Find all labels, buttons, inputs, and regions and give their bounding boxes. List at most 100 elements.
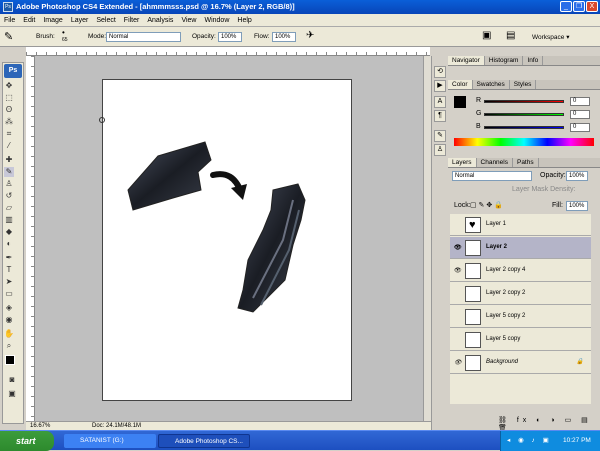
menu-filter[interactable]: Filter: [124, 17, 140, 24]
green-value[interactable]: 0: [570, 110, 590, 119]
tab-layers[interactable]: Layers: [448, 158, 477, 167]
opacity-input[interactable]: 100%: [218, 32, 242, 42]
blue-value[interactable]: 0: [570, 123, 590, 132]
foreground-color-swatch[interactable]: [5, 355, 15, 365]
layer-row-layer-5-copy-2[interactable]: Layer 5 copy 2: [450, 306, 591, 328]
menu-help[interactable]: Help: [237, 17, 251, 24]
blue-label: B: [476, 123, 481, 130]
layer-row-layer-2[interactable]: 👁 Layer 2: [450, 237, 591, 259]
camera-icon[interactable]: ▤: [506, 30, 515, 41]
tab-styles[interactable]: Styles: [510, 80, 537, 89]
menu-file[interactable]: File: [4, 17, 15, 24]
brush-preset-icon[interactable]: •: [62, 28, 65, 37]
zoom-tool-icon[interactable]: ⌕: [4, 341, 14, 351]
blue-slider[interactable]: [484, 126, 564, 129]
eye-icon[interactable]: 👁: [454, 245, 462, 251]
vertical-scrollbar[interactable]: [423, 56, 431, 421]
visibility-toggle[interactable]: [454, 291, 461, 297]
start-button[interactable]: start: [0, 431, 54, 451]
pen-tool-icon[interactable]: ✒: [4, 253, 14, 263]
move-tool-icon[interactable]: ✥: [4, 81, 14, 91]
layer-row-layer-2-copy-2[interactable]: Layer 2 copy 2: [450, 283, 591, 305]
eraser-icon[interactable]: ▱: [4, 203, 14, 213]
gradient-icon[interactable]: ▥: [4, 215, 14, 225]
document-canvas[interactable]: [102, 79, 352, 401]
tab-channels[interactable]: Channels: [477, 158, 513, 167]
mode-label: Mode:: [88, 33, 107, 40]
layer-row-layer-1[interactable]: ♥ Layer 1: [450, 214, 591, 236]
red-slider[interactable]: [484, 100, 564, 103]
path-select-icon[interactable]: ➤: [4, 277, 14, 287]
healing-brush-icon[interactable]: ✚: [4, 155, 14, 165]
layer-row-background[interactable]: 👁 Background 🔒: [450, 352, 591, 374]
fill-input[interactable]: 100%: [566, 201, 588, 211]
menu-analysis[interactable]: Analysis: [147, 17, 173, 24]
visibility-toggle[interactable]: [454, 314, 461, 320]
3d-rotate-icon[interactable]: ◈: [4, 303, 14, 313]
tab-navigator[interactable]: Navigator: [448, 56, 485, 65]
magic-wand-icon[interactable]: ⁂: [4, 117, 14, 127]
tab-histogram[interactable]: Histogram: [485, 56, 524, 65]
green-slider[interactable]: [484, 113, 564, 116]
clone-source-icon[interactable]: ♙: [434, 144, 446, 156]
layer-row-layer-2-copy-4[interactable]: 👁 Layer 2 copy 4: [450, 260, 591, 282]
history-brush-icon[interactable]: ↺: [4, 191, 14, 201]
lasso-tool-icon[interactable]: ʘ: [4, 105, 14, 115]
minimize-button[interactable]: _: [560, 1, 572, 12]
flow-input[interactable]: 100%: [272, 32, 296, 42]
layer-opacity-input[interactable]: 100%: [566, 171, 588, 181]
blur-tool-icon[interactable]: ◆: [4, 227, 14, 237]
marquee-tool-icon[interactable]: ⬚: [4, 93, 14, 103]
tab-swatches[interactable]: Swatches: [473, 80, 510, 89]
blend-mode-select[interactable]: Normal: [452, 171, 532, 181]
close-button[interactable]: X: [586, 1, 598, 12]
tab-color[interactable]: Color: [448, 80, 473, 89]
color-spectrum-bar[interactable]: [454, 138, 594, 146]
mode-select[interactable]: Normal: [106, 32, 181, 42]
eyedropper-icon[interactable]: ⁄: [4, 141, 14, 151]
menu-window[interactable]: Window: [204, 17, 229, 24]
tab-info[interactable]: Info: [523, 56, 544, 65]
restore-button[interactable]: ❐: [573, 1, 585, 12]
visibility-toggle[interactable]: [454, 337, 461, 343]
dodge-tool-icon[interactable]: ◐: [4, 239, 14, 249]
layer-thumbnail: [465, 240, 481, 256]
crop-tool-icon[interactable]: ⌗: [4, 129, 14, 139]
lock-icon: 🔒: [576, 359, 584, 365]
brush-tool-icon[interactable]: ✎: [4, 30, 13, 43]
actions-panel-icon[interactable]: ▶: [434, 80, 446, 92]
eye-icon[interactable]: 👁: [454, 268, 462, 274]
eye-icon[interactable]: 👁: [454, 360, 462, 366]
color-foreground-swatch[interactable]: [454, 96, 466, 108]
workspace-menu[interactable]: Workspace ▾: [532, 33, 569, 41]
visibility-toggle[interactable]: [454, 222, 461, 228]
screen-mode-toolbox-icon[interactable]: ▣: [7, 389, 17, 399]
menu-image[interactable]: Image: [43, 17, 62, 24]
hand-tool-icon[interactable]: ✋: [4, 329, 14, 339]
airbrush-icon[interactable]: ✈: [306, 30, 314, 41]
menu-edit[interactable]: Edit: [23, 17, 35, 24]
taskbar-item-photoshop[interactable]: Adobe Photoshop CS...: [158, 434, 250, 448]
paragraph-panel-icon[interactable]: ¶: [434, 110, 446, 122]
quick-mask-icon[interactable]: ◙: [7, 375, 17, 385]
brushes-panel-icon[interactable]: ✎: [434, 130, 446, 142]
3d-orbit-icon[interactable]: ◉: [4, 315, 14, 325]
menu-layer[interactable]: Layer: [71, 17, 89, 24]
tab-paths[interactable]: Paths: [513, 158, 539, 167]
brush-tool-box-icon[interactable]: ✎: [4, 167, 14, 177]
menu-select[interactable]: Select: [96, 17, 115, 24]
layer-mask-density-label: Layer Mask Density:: [512, 186, 576, 193]
tool-presets-icon[interactable]: A: [434, 96, 446, 108]
clone-stamp-icon[interactable]: ♙: [4, 179, 14, 189]
red-value[interactable]: 0: [570, 97, 590, 106]
lock-pixels-icon[interactable]: ▢ ✎ ✥ 🔒: [470, 201, 503, 209]
screen-mode-icon[interactable]: ▣: [482, 30, 491, 41]
layer-row-layer-5-copy[interactable]: Layer 5 copy: [450, 329, 591, 351]
type-tool-icon[interactable]: T: [4, 265, 14, 275]
history-panel-icon[interactable]: ⟲: [434, 66, 446, 78]
tray-icons[interactable]: ◂ ◉ ♪ ▣: [501, 437, 552, 444]
menu-view[interactable]: View: [181, 17, 196, 24]
shape-tool-icon[interactable]: ▭: [4, 289, 14, 299]
menu-bar: File Edit Image Layer Select Filter Anal…: [0, 14, 600, 27]
taskbar-item-drive[interactable]: SATANIST (G:): [64, 434, 156, 448]
